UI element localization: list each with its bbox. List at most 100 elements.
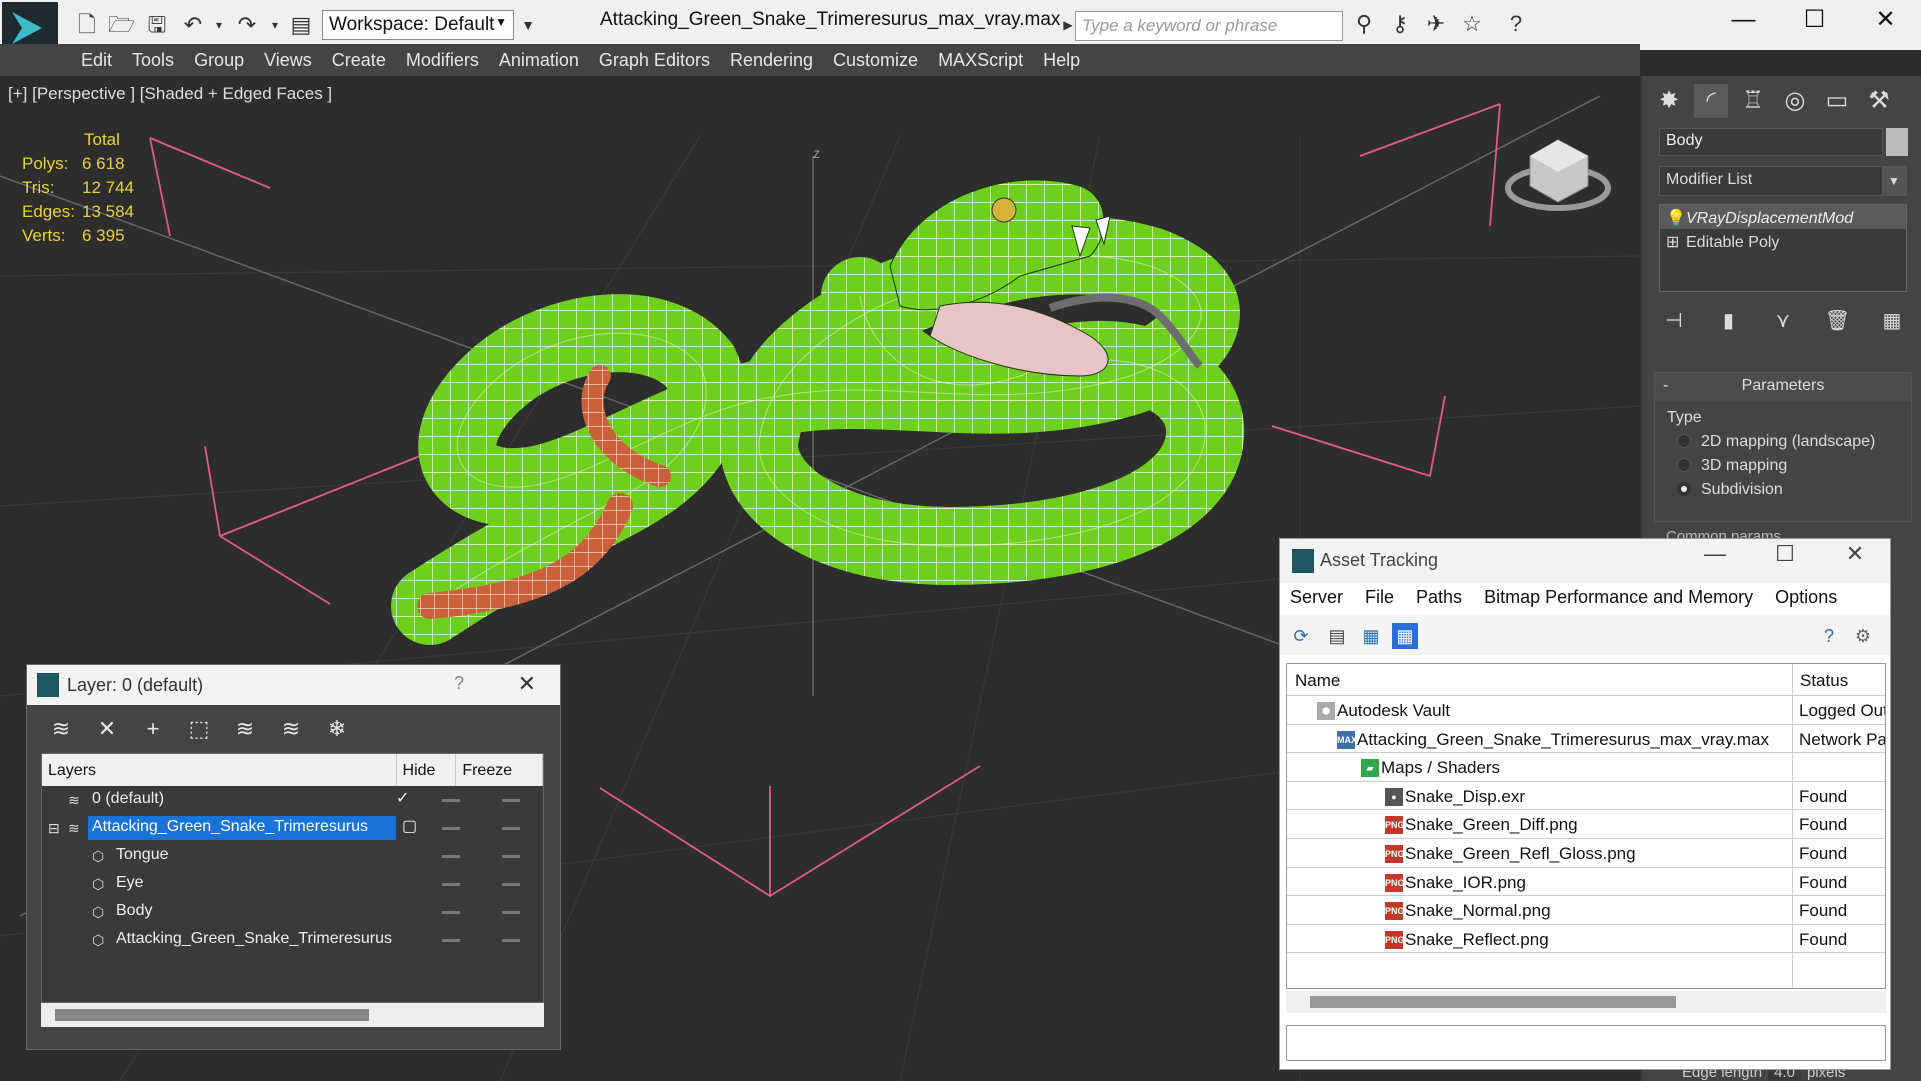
object-row[interactable]: ⬡ Attacking_Green_Snake_Trimeresurus	[42, 926, 543, 954]
radio-subdivision[interactable]: Subdivision	[1677, 481, 1783, 499]
asset-window-titlebar[interactable]: Asset Tracking — ☐ ✕	[1280, 539, 1890, 583]
settings-help-icon[interactable]: ⚙	[1850, 623, 1876, 649]
asset-row[interactable]: ⬢ Autodesk Vault Logged Out	[1287, 696, 1885, 725]
layer-window-titlebar[interactable]: Layer: 0 (default) ? ✕	[27, 665, 560, 705]
menu-create[interactable]: Create	[331, 44, 405, 76]
pin-stack-icon[interactable]: ⊣	[1659, 306, 1689, 336]
undo-icon[interactable]: ↶	[180, 12, 206, 38]
menu-group[interactable]: Group	[193, 44, 263, 76]
table-view-icon[interactable]: ▦	[1392, 623, 1418, 649]
column-header-layers[interactable]: Layers	[42, 754, 397, 786]
menu-bitmap-performance[interactable]: Bitmap Performance and Memory	[1484, 587, 1753, 611]
stack-item-editable-poly[interactable]: ⊞ Editable Poly	[1660, 229, 1906, 253]
highlight-layer-icon[interactable]: ≋	[231, 715, 259, 743]
make-unique-icon[interactable]: ⋎	[1768, 306, 1798, 336]
horizontal-scrollbar[interactable]	[41, 1003, 544, 1027]
hide-layer-icon[interactable]: ≋	[277, 715, 305, 743]
minimize-button[interactable]: —	[1680, 541, 1750, 567]
menu-help[interactable]: Help	[1042, 44, 1099, 76]
hide-toggle[interactable]	[442, 799, 460, 802]
menu-animation[interactable]: Animation	[498, 44, 598, 76]
snake-model[interactable]	[391, 179, 1245, 645]
favorites-star-icon[interactable]: ☆	[1458, 10, 1486, 38]
modifier-list-dropdown[interactable]: Modifier List ▼	[1659, 166, 1907, 196]
parameters-header[interactable]: - Parameters	[1655, 373, 1911, 401]
radio-3d-mapping[interactable]: 3D mapping	[1677, 457, 1787, 475]
layer-row[interactable]: ≋ 0 (default) ✓	[42, 786, 543, 814]
utilities-tab-icon[interactable]: ⚒	[1862, 84, 1896, 118]
scrollbar-thumb[interactable]	[55, 1009, 369, 1021]
hide-toggle[interactable]	[442, 911, 460, 914]
search-input[interactable]: Type a keyword or phrase	[1075, 11, 1343, 41]
maximize-button[interactable]: ☐	[1779, 0, 1850, 42]
menu-views[interactable]: Views	[263, 44, 331, 76]
thumbnail-view-icon[interactable]: ▦	[1358, 623, 1384, 649]
asset-row[interactable]: PNG Snake_IOR.png Found	[1287, 868, 1885, 897]
menu-customize[interactable]: Customize	[832, 44, 937, 76]
refresh-icon[interactable]: ⟳	[1288, 623, 1314, 649]
menu-options[interactable]: Options	[1775, 587, 1837, 611]
asset-row[interactable]: MAX Attacking_Green_Snake_Trimeresurus_m…	[1287, 725, 1885, 754]
current-layer-toggle-icon[interactable]: ▢	[402, 816, 417, 836]
hide-toggle[interactable]	[442, 883, 460, 886]
menu-maxscript[interactable]: MAXScript	[937, 44, 1042, 76]
freeze-toggle[interactable]	[502, 827, 520, 830]
workspace-menu-icon[interactable]: ▼	[515, 12, 541, 38]
configure-sets-icon[interactable]: ▦	[1877, 306, 1907, 336]
freeze-toggle[interactable]	[502, 883, 520, 886]
create-layer-icon[interactable]: ≋	[47, 715, 75, 743]
asset-row[interactable]: ▰ Maps / Shaders	[1287, 753, 1885, 782]
show-end-result-icon[interactable]: ▮	[1714, 306, 1744, 336]
list-view-icon[interactable]: ▤	[1324, 623, 1350, 649]
help-button[interactable]: ?	[454, 673, 464, 694]
menu-rendering[interactable]: Rendering	[729, 44, 832, 76]
menu-server[interactable]: Server	[1290, 587, 1343, 611]
binoculars-icon[interactable]: ⚲	[1350, 10, 1378, 38]
object-row[interactable]: ⬡ Eye	[42, 870, 543, 898]
hide-toggle[interactable]	[442, 827, 460, 830]
current-layer-check-icon[interactable]: ✓	[396, 788, 409, 808]
remove-modifier-icon[interactable]: 🗑	[1823, 306, 1853, 336]
asset-row[interactable]: PNG Snake_Normal.png Found	[1287, 896, 1885, 925]
minimize-button[interactable]: —	[1708, 0, 1779, 42]
hierarchy-tab-icon[interactable]: ♖	[1736, 84, 1770, 118]
select-objects-icon[interactable]: ⬚	[185, 715, 213, 743]
help-icon[interactable]: ?	[1502, 10, 1530, 38]
expand-plus-icon[interactable]: ⊞	[1666, 232, 1686, 252]
maximize-button[interactable]: ☐	[1750, 541, 1820, 567]
stack-item-vraydisplacement[interactable]: 💡VRayDisplacementMod	[1660, 205, 1906, 229]
close-button[interactable]: ✕	[1850, 0, 1921, 42]
viewport-label[interactable]: [+] [Perspective ] [Shaded + Edged Faces…	[8, 84, 332, 104]
object-color-swatch[interactable]	[1886, 128, 1908, 156]
menu-modifiers[interactable]: Modifiers	[405, 44, 498, 76]
communication-center-icon[interactable]: ✈	[1422, 10, 1450, 38]
freeze-toggle[interactable]	[502, 855, 520, 858]
lightbulb-icon[interactable]: 💡	[1666, 208, 1686, 228]
horizontal-scrollbar[interactable]	[1286, 991, 1886, 1013]
collapse-icon[interactable]: -	[1663, 377, 1668, 395]
freeze-layer-icon[interactable]: ❄	[323, 715, 351, 743]
menu-tools[interactable]: Tools	[131, 44, 193, 76]
create-tab-icon[interactable]: ✸	[1652, 84, 1686, 118]
asset-row[interactable]: PNG Snake_Green_Diff.png Found	[1287, 810, 1885, 839]
menu-paths[interactable]: Paths	[1416, 587, 1462, 611]
open-file-icon[interactable]: 🗁	[108, 12, 135, 38]
menu-file[interactable]: File	[1365, 587, 1394, 611]
close-button[interactable]: ✕	[1820, 541, 1890, 567]
viewcube-icon[interactable]	[1505, 139, 1611, 211]
redo-dropdown-icon[interactable]: ▾	[262, 12, 288, 38]
save-icon[interactable]: 🖫	[144, 12, 170, 38]
menu-graph-editors[interactable]: Graph Editors	[598, 44, 729, 76]
asset-path-field[interactable]	[1286, 1025, 1886, 1061]
column-header-hide[interactable]: Hide	[397, 754, 457, 786]
hide-toggle[interactable]	[442, 855, 460, 858]
freeze-toggle[interactable]	[502, 799, 520, 802]
workspace-select[interactable]: Workspace: Default ▼	[322, 10, 514, 40]
radio-2d-mapping[interactable]: 2D mapping (landscape)	[1677, 433, 1875, 451]
freeze-toggle[interactable]	[502, 911, 520, 914]
column-header-status[interactable]: Status	[1792, 664, 1856, 695]
project-folder-icon[interactable]: ▤	[288, 12, 314, 38]
help-icon[interactable]: ?	[1816, 623, 1842, 649]
key-icon[interactable]: ⚷	[1386, 10, 1414, 38]
asset-row[interactable]: PNG Snake_Green_Refl_Gloss.png Found	[1287, 839, 1885, 868]
